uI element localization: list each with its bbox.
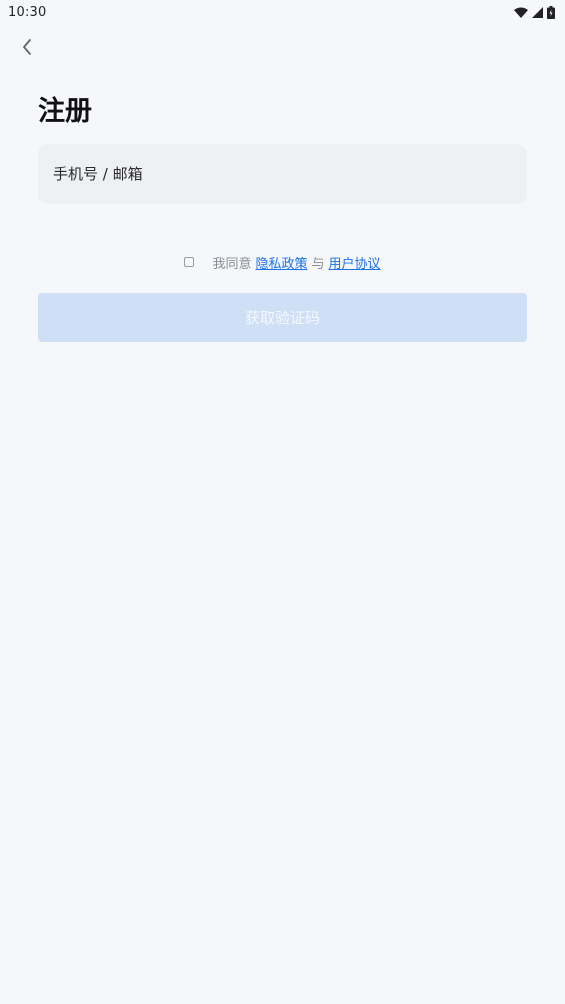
privacy-policy-link[interactable]: 隐私政策 [255, 253, 307, 272]
page-title: 注册 [38, 96, 92, 127]
agreement-row: 我同意 隐私政策 与 用户协议 [0, 252, 565, 272]
status-time: 10:30 [8, 4, 47, 20]
agree-conjunction: 与 [311, 256, 325, 272]
account-field[interactable] [38, 144, 527, 204]
get-code-label: 获取验证码 [244, 309, 320, 327]
agree-prefix: 我同意 [212, 256, 252, 272]
account-input[interactable] [38, 144, 527, 204]
user-agreement-link[interactable]: 用户协议 [329, 253, 381, 272]
back-button[interactable] [14, 36, 40, 62]
agree-checkbox[interactable] [184, 257, 195, 267]
chevron-left-icon [21, 38, 33, 60]
signal-icon [532, 6, 543, 18]
status-icons [514, 5, 555, 19]
get-code-button[interactable]: 获取验证码 [38, 293, 527, 342]
status-bar: 10:30 [0, 0, 565, 24]
wifi-icon [514, 7, 528, 18]
battery-icon [547, 5, 555, 19]
